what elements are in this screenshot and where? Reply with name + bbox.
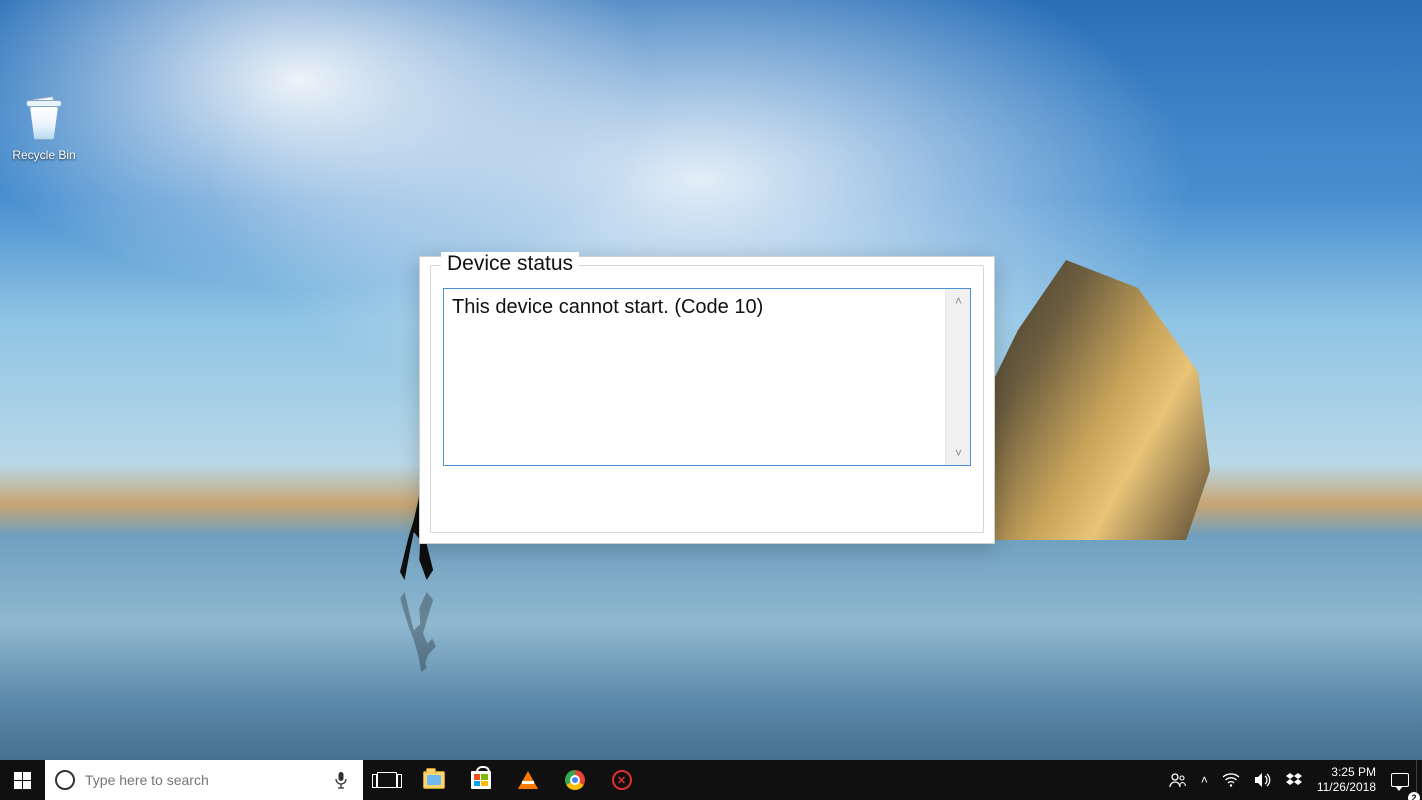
taskbar: ˄ 3:25 PM 11/26/2018 2: [0, 760, 1422, 800]
volume-button[interactable]: [1247, 760, 1279, 800]
taskbar-clock[interactable]: 3:25 PM 11/26/2018: [1309, 760, 1384, 800]
people-icon: [1169, 771, 1187, 789]
vlc-icon: [518, 771, 538, 789]
volume-icon: [1254, 772, 1272, 788]
show-hidden-icons-button[interactable]: ˄: [1194, 760, 1215, 800]
dropbox-icon: [1286, 772, 1302, 788]
action-center-badge: 2: [1408, 792, 1420, 800]
taskbar-search[interactable]: [45, 760, 363, 800]
action-center-icon: [1391, 773, 1409, 787]
recycle-bin-desktop-icon[interactable]: Recycle Bin: [6, 96, 82, 162]
device-status-groupbox: Device status This device cannot start. …: [430, 265, 984, 533]
clock-time: 3:25 PM: [1331, 765, 1376, 780]
vlc-button[interactable]: [504, 760, 551, 800]
recycle-bin-label: Recycle Bin: [6, 148, 82, 162]
app-red-button[interactable]: [598, 760, 645, 800]
device-status-textbox[interactable]: This device cannot start. (Code 10) ˄ ˅: [443, 288, 971, 466]
task-view-icon: [377, 772, 397, 788]
device-status-scrollbar[interactable]: ˄ ˅: [945, 289, 970, 465]
scroll-down-icon[interactable]: ˅: [946, 441, 971, 465]
microsoft-store-button[interactable]: [457, 760, 504, 800]
red-circle-icon: [612, 770, 632, 790]
microphone-icon[interactable]: [331, 770, 351, 790]
system-tray: ˄ 3:25 PM 11/26/2018 2: [1162, 760, 1422, 800]
microsoft-store-icon: [471, 771, 491, 789]
search-input[interactable]: [85, 772, 327, 788]
wifi-button[interactable]: [1215, 760, 1247, 800]
chrome-icon: [565, 770, 585, 790]
people-button[interactable]: [1162, 760, 1194, 800]
recycle-bin-icon: [20, 96, 68, 144]
chevron-up-icon: ˄: [1201, 773, 1208, 787]
dropbox-button[interactable]: [1279, 760, 1309, 800]
task-view-button[interactable]: [363, 760, 410, 800]
file-explorer-button[interactable]: [410, 760, 457, 800]
device-status-dialog: Device status This device cannot start. …: [419, 256, 995, 544]
action-center-button[interactable]: 2: [1384, 760, 1416, 800]
clock-date: 11/26/2018: [1317, 780, 1376, 795]
scroll-up-icon[interactable]: ˄: [946, 289, 971, 313]
start-button[interactable]: [0, 760, 45, 800]
chrome-button[interactable]: [551, 760, 598, 800]
windows-logo-icon: [14, 772, 31, 789]
device-status-message: This device cannot start. (Code 10): [444, 289, 945, 465]
cortana-icon: [55, 770, 75, 790]
wifi-icon: [1222, 773, 1240, 787]
file-explorer-icon: [423, 771, 445, 789]
device-status-group-label: Device status: [441, 252, 579, 276]
